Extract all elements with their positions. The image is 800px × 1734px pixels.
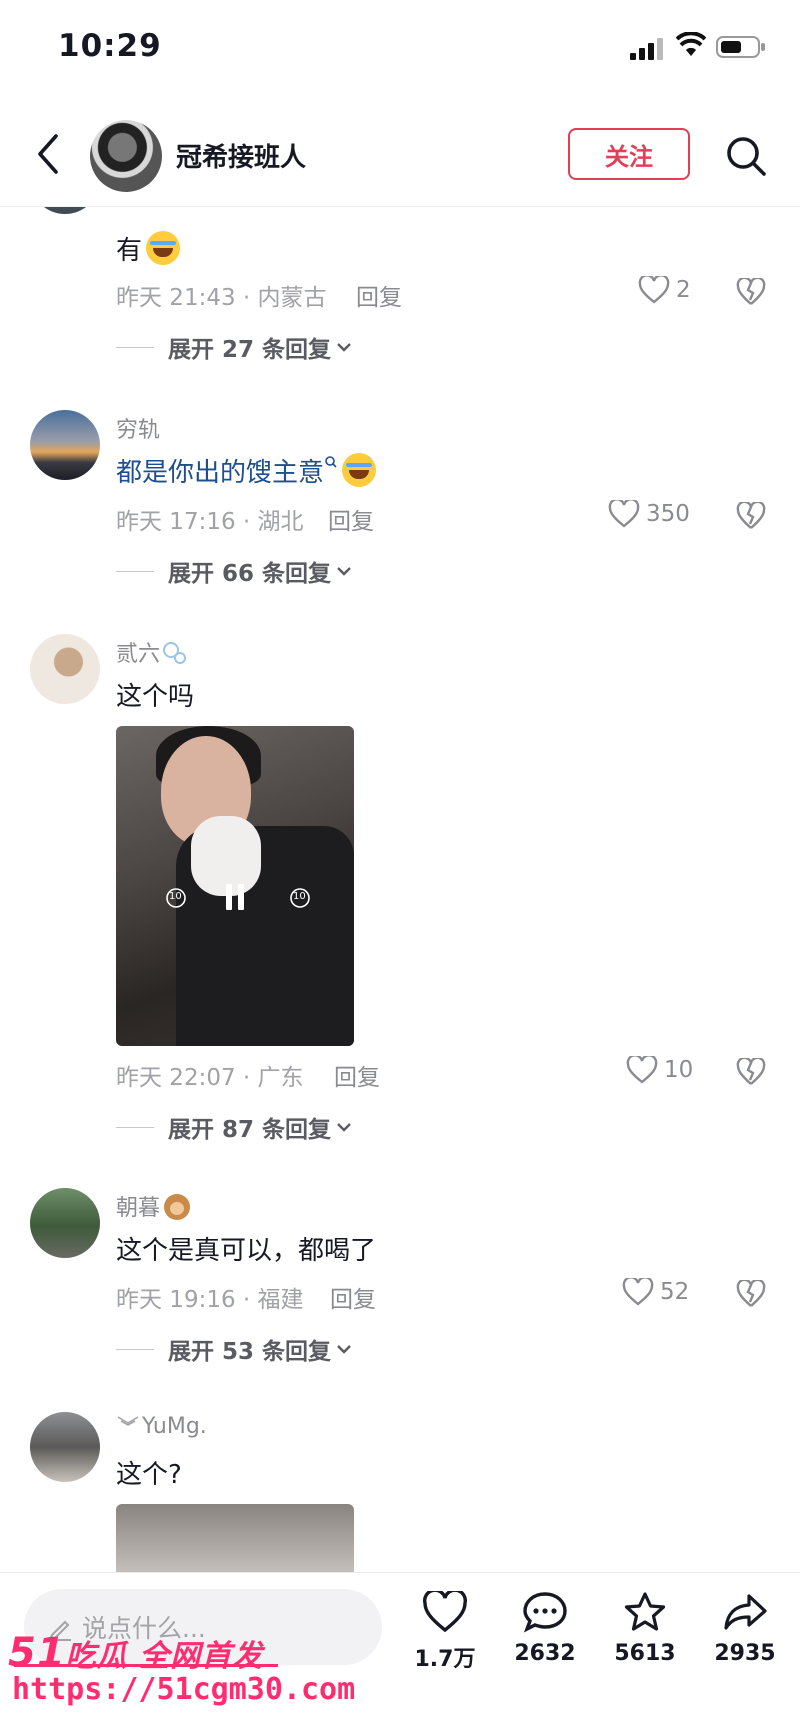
heart-icon xyxy=(626,1056,658,1084)
monkey-emoji-icon xyxy=(164,1194,191,1220)
search-hint-icon[interactable] xyxy=(324,455,338,469)
broken-heart-icon[interactable] xyxy=(736,278,766,306)
chevron-down-icon xyxy=(337,1345,351,1354)
like-action[interactable]: 1.7万 xyxy=(400,1588,490,1673)
watermark-brand: 51吃瓜 全网首发 xyxy=(8,1630,264,1676)
commenter-name[interactable]: YuMg. xyxy=(116,1414,207,1439)
chevron-down-icon xyxy=(337,1123,351,1132)
like-button[interactable]: 10 xyxy=(626,1056,693,1084)
chevron-down-icon xyxy=(337,567,351,576)
comment-text: 都是你出的馊主意 xyxy=(116,452,377,489)
commenter-avatar[interactable] xyxy=(30,1188,100,1258)
broken-heart-icon[interactable] xyxy=(736,1058,766,1086)
author-avatar[interactable] xyxy=(90,120,162,192)
reply-button[interactable]: 回复 xyxy=(334,1058,380,1092)
comment-text: 这个吗 xyxy=(116,682,195,712)
back-arrow-icon[interactable] xyxy=(34,132,62,176)
like-total: 1.7万 xyxy=(414,1647,476,1672)
comment-text: 这个? xyxy=(116,1460,182,1490)
comment-text: 有 xyxy=(116,230,181,267)
comment-total: 2632 xyxy=(514,1641,576,1666)
heart-icon xyxy=(608,500,640,528)
rewind-10-icon[interactable]: 10 xyxy=(164,886,188,914)
comment-meta: 昨天 17:16 · 湖北 xyxy=(116,509,304,535)
like-count: 350 xyxy=(646,501,690,527)
share-total: 2935 xyxy=(714,1641,776,1666)
commenter-avatar[interactable] xyxy=(30,634,100,704)
reply-button[interactable]: 回复 xyxy=(328,502,374,536)
like-count: 10 xyxy=(664,1057,694,1083)
commenter-avatar[interactable] xyxy=(30,410,100,480)
forward-10-icon[interactable]: 10 xyxy=(288,886,312,914)
expand-replies-button[interactable]: 展开 66 条回复 xyxy=(116,554,353,588)
broken-heart-icon[interactable] xyxy=(736,1280,766,1308)
commenter-avatar[interactable] xyxy=(30,1412,100,1482)
author-name[interactable]: 冠希接班人 xyxy=(176,137,306,174)
video-thumbnail[interactable]: 10 10 xyxy=(116,726,354,1046)
heart-icon xyxy=(622,1278,654,1306)
share-action[interactable]: 2935 xyxy=(700,1591,790,1666)
broken-heart-icon[interactable] xyxy=(736,502,766,530)
heart-icon xyxy=(638,276,670,304)
comment-meta: 昨天 22:07 · 广东 xyxy=(116,1065,304,1091)
wings-icon xyxy=(117,1416,139,1426)
expand-replies-button[interactable]: 展开 87 条回复 xyxy=(116,1110,353,1144)
reply-button[interactable]: 回复 xyxy=(330,1280,376,1314)
comment-meta: 昨天 19:16 · 福建 xyxy=(116,1287,304,1313)
comment-list[interactable]: 有 昨天 21:43 · 内蒙古 回复 2 展开 27 条回复 穷轨 都是你出的… xyxy=(0,0,800,1733)
commenter-name[interactable]: 穷轨 xyxy=(116,412,160,444)
search-icon[interactable] xyxy=(724,134,768,178)
heart-icon xyxy=(423,1588,467,1633)
expand-replies-button[interactable]: 展开 27 条回复 xyxy=(116,330,353,364)
follow-button[interactable]: 关注 xyxy=(568,128,690,180)
like-button[interactable]: 2 xyxy=(638,276,691,304)
like-count: 52 xyxy=(660,1279,690,1305)
watermark-url: https://51cgm30.com xyxy=(12,1672,356,1707)
crying-laughing-emoji-icon xyxy=(342,453,377,487)
share-arrow-icon xyxy=(724,1594,767,1630)
star-icon xyxy=(624,1592,666,1631)
pause-icon[interactable] xyxy=(226,884,246,910)
like-count: 2 xyxy=(676,277,691,303)
comment-meta: 昨天 21:43 · 内蒙古 xyxy=(116,285,327,311)
laughing-emoji-icon xyxy=(146,231,181,265)
expand-replies-button[interactable]: 展开 53 条回复 xyxy=(116,1332,353,1366)
comment-text: 这个是真可以，都喝了 xyxy=(116,1236,377,1266)
commenter-name[interactable]: 贰六 xyxy=(116,636,188,668)
favorite-total: 5613 xyxy=(614,1641,676,1666)
bubbles-icon xyxy=(163,642,187,664)
chat-bubble-icon xyxy=(523,1592,567,1633)
top-header: 冠希接班人 关注 xyxy=(0,110,800,207)
chevron-down-icon xyxy=(337,343,351,352)
reply-button[interactable]: 回复 xyxy=(356,278,402,312)
watermark-underline xyxy=(14,1664,278,1667)
favorite-action[interactable]: 5613 xyxy=(600,1591,690,1666)
like-button[interactable]: 350 xyxy=(608,500,690,528)
comment-action[interactable]: 2632 xyxy=(500,1591,590,1666)
commenter-name[interactable]: 朝暮 xyxy=(116,1190,191,1222)
like-button[interactable]: 52 xyxy=(622,1278,689,1306)
